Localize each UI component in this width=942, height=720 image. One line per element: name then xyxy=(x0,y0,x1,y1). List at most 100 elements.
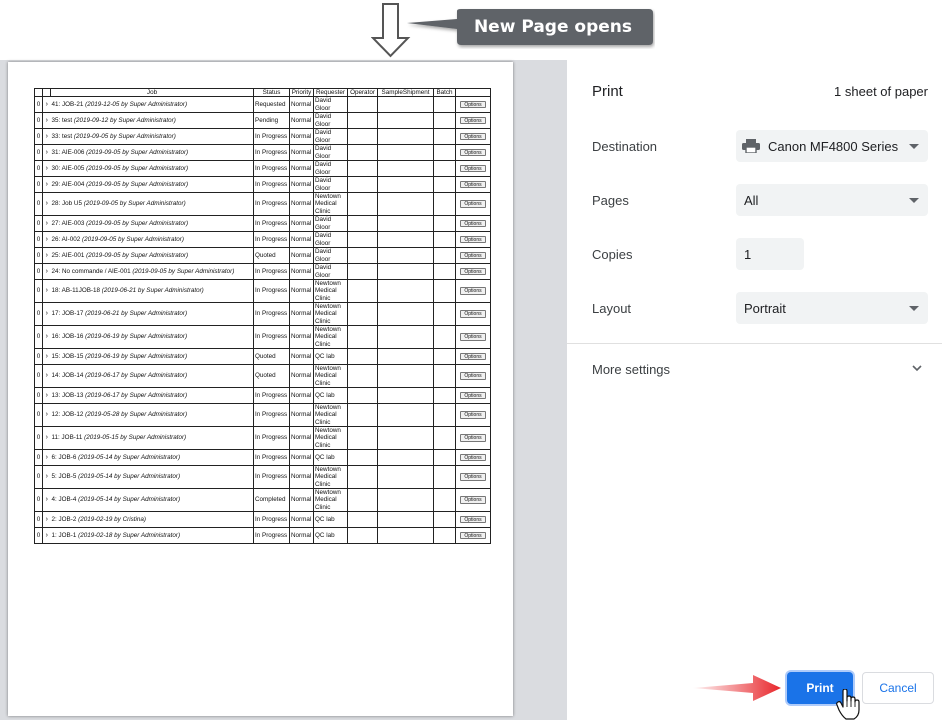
options-button[interactable]: Options xyxy=(460,333,486,341)
copies-input[interactable]: 1 xyxy=(736,238,804,270)
job-batch xyxy=(433,160,456,177)
chevron-right-icon[interactable]: › xyxy=(42,231,51,248)
options-button[interactable]: Options xyxy=(460,180,486,189)
table-row: 0 › 41: JOB-21 (2019-12-05 by Super Admini… xyxy=(34,96,491,113)
chevron-right-icon[interactable]: › xyxy=(42,247,51,264)
job-operator xyxy=(347,348,378,365)
chevron-right-icon[interactable]: › xyxy=(42,465,51,489)
options-button[interactable]: Options xyxy=(460,310,486,318)
options-button[interactable]: Options xyxy=(460,411,486,419)
job-requester: David Gloor xyxy=(313,96,348,113)
options-button[interactable]: Options xyxy=(460,453,486,462)
options-button[interactable]: Options xyxy=(460,100,486,109)
chevron-right-icon[interactable]: › xyxy=(42,449,51,466)
chevron-right-icon[interactable]: › xyxy=(42,215,51,232)
options-button[interactable]: Options xyxy=(460,515,486,524)
chevron-down-icon[interactable] xyxy=(912,363,922,373)
chevron-right-icon[interactable]: › xyxy=(42,348,51,365)
job-priority: Normal xyxy=(289,465,314,489)
options-button[interactable]: Options xyxy=(460,148,486,157)
job-status: In Progress xyxy=(253,302,290,326)
job-priority: Normal xyxy=(289,449,314,466)
job-title: 24: No commande / AIE-001 xyxy=(51,267,131,275)
job-status: In Progress xyxy=(253,128,290,145)
job-priority: Normal xyxy=(289,160,314,177)
job-requester: David Gloor xyxy=(313,247,348,264)
pages-select[interactable]: All xyxy=(736,184,928,216)
job-batch xyxy=(433,176,456,193)
job-requester: David Gloor xyxy=(313,112,348,129)
options-button[interactable]: Options xyxy=(460,235,486,244)
layout-select[interactable]: Portrait xyxy=(736,292,928,324)
job-status: In Progress xyxy=(253,449,290,466)
options-button[interactable]: Options xyxy=(460,473,486,481)
options-button[interactable]: Options xyxy=(460,132,486,141)
chevron-right-icon[interactable]: › xyxy=(42,192,51,216)
header-operator: Operator xyxy=(347,88,378,97)
chevron-right-icon[interactable]: › xyxy=(42,302,51,326)
row-count: 0 xyxy=(34,511,43,528)
chevron-right-icon[interactable]: › xyxy=(42,96,51,113)
chevron-right-icon[interactable]: › xyxy=(42,325,51,349)
options-button[interactable]: Options xyxy=(460,531,486,540)
job-sampleshipment xyxy=(377,302,434,326)
job-name: 15: JOB-15 (2019-06-19 by Super Administ… xyxy=(50,348,254,365)
chevron-right-icon[interactable]: › xyxy=(42,279,51,303)
chevron-down-icon xyxy=(909,144,919,149)
job-priority: Normal xyxy=(289,325,314,349)
options-button[interactable]: Options xyxy=(460,496,486,504)
job-status: In Progress xyxy=(253,279,290,303)
chevron-right-icon[interactable]: › xyxy=(42,112,51,129)
job-requester: Newtown Medical Clinic xyxy=(313,426,348,450)
job-sampleshipment xyxy=(377,231,434,248)
destination-select[interactable]: Canon MF4800 Series xyxy=(736,130,928,162)
options-cell: Options xyxy=(455,247,491,264)
options-button[interactable]: Options xyxy=(460,251,486,260)
chevron-right-icon[interactable]: › xyxy=(42,128,51,145)
options-button[interactable]: Options xyxy=(460,434,486,442)
options-button[interactable]: Options xyxy=(460,219,486,228)
chevron-right-icon[interactable]: › xyxy=(42,387,51,404)
options-cell: Options xyxy=(455,112,491,129)
header-batch: Batch xyxy=(433,88,456,97)
job-requester: David Gloor xyxy=(313,128,348,145)
options-button[interactable]: Options xyxy=(460,267,486,276)
job-requester: David Gloor xyxy=(313,176,348,193)
options-cell: Options xyxy=(455,403,491,427)
chevron-right-icon[interactable]: › xyxy=(42,263,51,280)
chevron-right-icon[interactable]: › xyxy=(42,403,51,427)
options-button[interactable]: Options xyxy=(460,352,486,361)
job-sampleshipment xyxy=(377,144,434,161)
options-button[interactable]: Options xyxy=(460,164,486,173)
options-cell: Options xyxy=(455,144,491,161)
job-meta: (2019-09-05 by Super Administrator) xyxy=(83,200,186,208)
chevron-right-icon[interactable]: › xyxy=(42,488,51,512)
chevron-right-icon[interactable]: › xyxy=(42,176,51,193)
chevron-right-icon[interactable]: › xyxy=(42,144,51,161)
chevron-right-icon[interactable]: › xyxy=(42,160,51,177)
more-settings-toggle[interactable]: More settings xyxy=(592,362,670,377)
job-batch xyxy=(433,511,456,528)
chevron-right-icon[interactable]: › xyxy=(42,527,51,544)
options-button[interactable]: Options xyxy=(460,200,486,208)
options-button[interactable]: Options xyxy=(460,372,486,380)
job-name: 5: JOB-5 (2019-05-14 by Super Administra… xyxy=(50,465,254,489)
chevron-right-icon[interactable]: › xyxy=(42,426,51,450)
options-button[interactable]: Options xyxy=(460,391,486,400)
job-operator xyxy=(347,144,378,161)
row-count: 0 xyxy=(34,176,43,193)
job-meta: (2019-09-05 by Super Administrator) xyxy=(86,180,189,188)
job-requester: Newtown Medical Clinic xyxy=(313,364,348,388)
job-status: In Progress xyxy=(253,144,290,161)
job-status: In Progress xyxy=(253,465,290,489)
job-meta: (2019-06-19 by Super Administrator) xyxy=(85,333,188,341)
chevron-right-icon[interactable]: › xyxy=(42,511,51,528)
cancel-button[interactable]: Cancel xyxy=(862,672,934,704)
job-name: 28: Job U5 (2019-09-05 by Super Administ… xyxy=(50,192,254,216)
chevron-right-icon[interactable]: › xyxy=(42,364,51,388)
options-button[interactable]: Options xyxy=(460,116,486,125)
options-button[interactable]: Options xyxy=(460,287,486,295)
job-name: 4: JOB-4 (2019-05-14 by Super Administra… xyxy=(50,488,254,512)
job-meta: (2019-09-12 by Super Administrator) xyxy=(73,116,176,124)
options-cell: Options xyxy=(455,465,491,489)
